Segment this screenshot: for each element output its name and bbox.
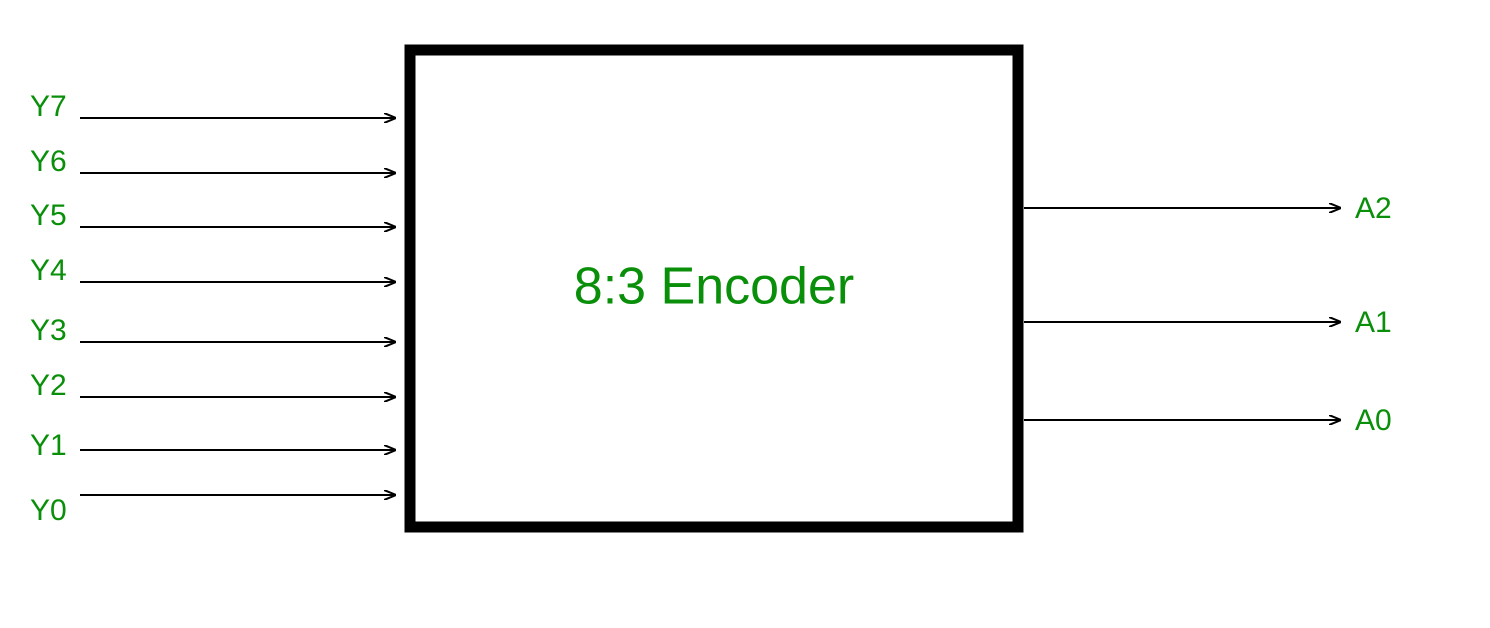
input-label-y4: Y4: [30, 254, 67, 287]
input-label-y1: Y1: [30, 429, 67, 462]
input-label-y7: Y7: [30, 90, 67, 123]
block-title: 8:3 Encoder: [574, 258, 854, 316]
encoder-diagram: 8:3 Encoder Y7 Y6 Y5 Y4 Y3 Y2 Y1 Y0 A2 A…: [0, 0, 1490, 628]
input-label-y2: Y2: [30, 369, 67, 402]
input-label-y3: Y3: [30, 314, 67, 347]
input-label-y5: Y5: [30, 199, 67, 232]
input-label-y6: Y6: [30, 145, 67, 178]
output-label-a2: A2: [1355, 192, 1392, 225]
input-label-y0: Y0: [30, 494, 67, 527]
output-label-a0: A0: [1355, 404, 1392, 437]
output-label-a1: A1: [1355, 306, 1392, 339]
